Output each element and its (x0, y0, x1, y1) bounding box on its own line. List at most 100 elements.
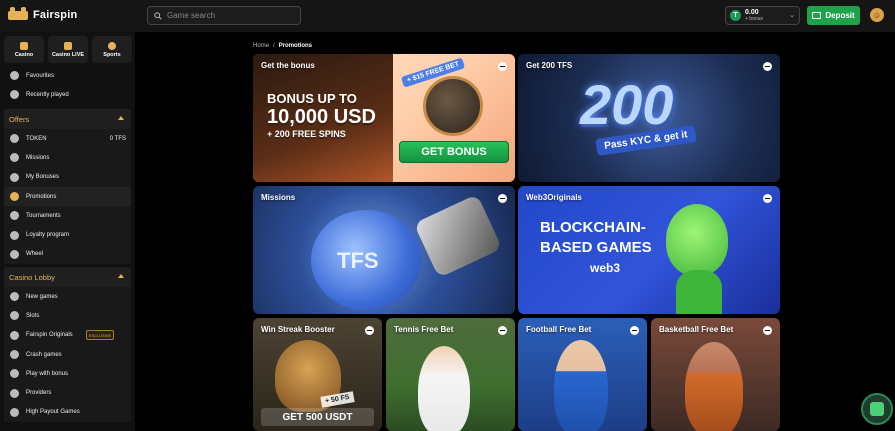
bonus-icon (10, 369, 19, 379)
nav-slots[interactable]: Slots (4, 306, 131, 325)
balance-bonus-label: + bonus (745, 15, 763, 22)
football-player-graphic (554, 340, 608, 431)
sidebar: Casino Casino LIVE Sports Favourites Rec… (0, 32, 135, 431)
casino-live-icon (64, 41, 72, 50)
card-title: Get the bonus (261, 61, 315, 70)
offers-section: Offers TOKEN 0 TFS Missions My Bonuses Pr… (4, 109, 131, 265)
arrow-right-icon[interactable] (365, 326, 374, 335)
nav-fairspin-originals[interactable]: Fairspin Originals EXCLUSIVE (4, 326, 131, 345)
category-casino[interactable]: Casino (4, 36, 44, 63)
balance-selector[interactable]: T 0.00 + bonus ⌄ (725, 6, 800, 25)
gift-icon (870, 402, 884, 416)
nav-missions[interactable]: Missions (4, 148, 131, 167)
category-switcher: Casino Casino LIVE Sports (4, 36, 132, 63)
token-icon (10, 134, 19, 144)
card-title: Tennis Free Bet (394, 325, 454, 334)
nav-my-bonuses[interactable]: My Bonuses (4, 168, 131, 187)
brand-name: Fairspin (33, 9, 78, 21)
providers-icon (10, 388, 19, 398)
search-box[interactable] (147, 6, 301, 25)
gift-icon (10, 172, 19, 182)
casino-chip-graphic (423, 76, 483, 136)
nav-tournaments[interactable]: Tournaments (4, 206, 131, 225)
nav-play-with-bonus[interactable]: Play with bonus (4, 364, 131, 383)
breadcrumb-current: Promotions (278, 43, 313, 49)
user-avatar[interactable]: ☺ (870, 8, 884, 22)
token-balance: 0 TFS (109, 135, 126, 142)
tfs-coin-graphic: TFS (311, 210, 421, 310)
category-sports[interactable]: Sports (92, 36, 132, 63)
originals-icon (10, 330, 19, 340)
card-title: Football Free Bet (526, 325, 592, 334)
nav-recently-played[interactable]: Recently played (4, 85, 131, 104)
category-casino-live[interactable]: Casino LIVE (48, 36, 88, 63)
trophy-icon (10, 211, 19, 221)
wallet-icon (812, 12, 822, 19)
nav-promotions[interactable]: Promotions (4, 186, 131, 207)
breadcrumb: Home / Promotions (253, 43, 312, 49)
nav-wheel[interactable]: Wheel (4, 245, 131, 264)
card-title: Get 200 TFS (526, 61, 573, 70)
promo-card-web3originals[interactable]: Web3Originals BLOCKCHAIN- BASED GAMES web… (518, 186, 780, 314)
deposit-button[interactable]: Deposit (807, 6, 860, 25)
brand-logo[interactable]: Fairspin (8, 6, 77, 24)
search-input[interactable] (167, 11, 287, 20)
arrow-right-icon[interactable] (763, 62, 772, 71)
deposit-label: Deposit (825, 11, 855, 20)
floating-promo-button[interactable] (861, 393, 893, 425)
nav-high-payout-games[interactable]: High Payout Games (4, 403, 131, 422)
promo-card-football-free-bet[interactable]: Football Free Bet (518, 318, 647, 431)
usdt-overlay: GET 500 USDT (261, 408, 374, 426)
top-header: Fairspin T 0.00 + bonus ⌄ Deposit ☺ (0, 0, 895, 32)
crash-icon (10, 350, 19, 360)
promo-card-win-streak-booster[interactable]: Win Streak Booster + 50 FS GET 500 USDT (253, 318, 382, 431)
search-icon (154, 11, 162, 20)
new-games-icon (10, 292, 19, 302)
promo-card-get-the-bonus[interactable]: Get the bonus + $15 FREE BET BONUS UP TO… (253, 54, 515, 182)
caret-up-icon (118, 274, 124, 278)
web3-logo-text: web3 (590, 261, 621, 275)
offers-header[interactable]: Offers (4, 109, 131, 129)
nav-favourites[interactable]: Favourites (4, 66, 131, 85)
nav-providers[interactable]: Providers (4, 383, 131, 402)
arrow-right-icon[interactable] (498, 194, 507, 203)
caret-up-icon (118, 116, 124, 120)
tfs-coin-icon: T (730, 10, 741, 21)
nav-loyalty-program[interactable]: Loyalty program (4, 225, 131, 244)
gloves-graphic (413, 194, 503, 278)
chevron-down-icon: ⌄ (789, 12, 795, 19)
tennis-player-graphic (418, 346, 470, 431)
card-title: Missions (261, 193, 296, 202)
loyalty-icon (10, 230, 19, 240)
card-title: Basketball Free Bet (659, 325, 734, 334)
casino-lobby-section: Casino Lobby New games Slots Fairspin Or… (4, 267, 131, 423)
promotions-icon (10, 192, 19, 202)
promo-card-missions[interactable]: Missions TFS (253, 186, 515, 314)
casino-lobby-header[interactable]: Casino Lobby (4, 267, 131, 287)
bonus-headline: BONUS UP TO 10,000 USD + 200 FREE SPINS (267, 91, 376, 139)
arrow-right-icon[interactable] (763, 194, 772, 203)
nav-crash-games[interactable]: Crash games (4, 345, 131, 364)
nav-token[interactable]: TOKEN 0 TFS (4, 129, 131, 148)
fox-logo-icon (8, 6, 28, 24)
arrow-right-icon[interactable] (630, 326, 639, 335)
alien-graphic (666, 204, 728, 276)
breadcrumb-home[interactable]: Home (253, 43, 269, 49)
wheel-icon (10, 249, 19, 259)
get-bonus-button[interactable]: GET BONUS (399, 141, 509, 163)
web3-headline: BLOCKCHAIN- BASED GAMES (540, 219, 652, 256)
arrow-right-icon[interactable] (498, 62, 507, 71)
heart-icon (10, 71, 19, 81)
nav-new-games[interactable]: New games (4, 287, 131, 306)
promo-card-basketball-free-bet[interactable]: Basketball Free Bet (651, 318, 780, 431)
payout-icon (10, 407, 19, 417)
arrow-right-icon[interactable] (763, 326, 772, 335)
casino-icon (20, 41, 28, 50)
promo-card-tennis-free-bet[interactable]: Tennis Free Bet (386, 318, 515, 431)
card-title: Win Streak Booster (261, 325, 335, 334)
exclusive-badge: EXCLUSIVE (85, 330, 115, 341)
promo-card-get-200-tfs[interactable]: Get 200 TFS 200 Pass KYC & get it (518, 54, 780, 182)
arrow-right-icon[interactable] (498, 326, 507, 335)
quick-nav: Favourites Recently played (4, 66, 131, 105)
sports-icon (108, 41, 116, 50)
